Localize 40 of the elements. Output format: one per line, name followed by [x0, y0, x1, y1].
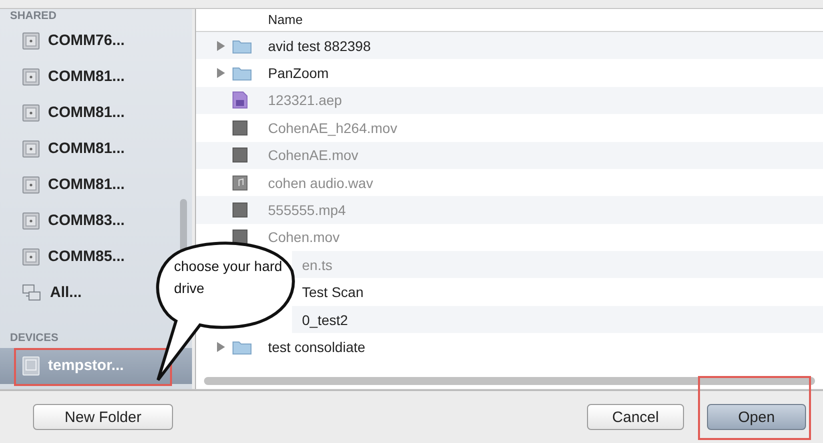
drive-icon	[22, 356, 40, 376]
sidebar-item[interactable]: All...	[0, 274, 86, 311]
sidebar-item[interactable]: COMM81...	[0, 166, 129, 203]
file-row[interactable]: 0_test2	[292, 306, 823, 334]
project-file-icon	[232, 91, 248, 110]
server-icon	[22, 104, 40, 122]
sidebar-item[interactable]: COMM81...	[0, 130, 129, 167]
disclosure-triangle-icon[interactable]	[217, 342, 225, 352]
sidebar-item[interactable]: COMM81...	[0, 94, 129, 131]
disclosure-triangle-icon[interactable]	[217, 40, 225, 51]
server-icon	[22, 176, 40, 194]
new-folder-button[interactable]: New Folder	[33, 404, 173, 430]
server-icon	[22, 32, 40, 50]
server-icon	[22, 248, 40, 266]
folder-icon	[232, 38, 252, 54]
folder-icon	[232, 338, 252, 355]
cancel-button[interactable]: Cancel	[587, 404, 684, 430]
file-icon	[232, 229, 248, 246]
server-icon	[22, 68, 40, 86]
file-icon	[232, 202, 248, 218]
server-icon	[22, 140, 40, 158]
sidebar-item[interactable]: COMM81...	[0, 58, 129, 95]
audio-file-icon	[232, 174, 248, 191]
server-icon	[22, 212, 40, 230]
sidebar-item[interactable]: COMM83...	[0, 202, 129, 239]
file-icon	[232, 120, 248, 136]
sidebar-item[interactable]: COMM76...	[0, 22, 129, 59]
callout-tooltip-text: choose your hard drive	[174, 257, 284, 298]
folder-icon	[232, 65, 252, 82]
disclosure-triangle-icon[interactable]	[217, 68, 225, 78]
file-icon	[232, 147, 248, 164]
file-row[interactable]: avid test 882398	[196, 32, 823, 60]
section-header: DEVICES	[9, 330, 60, 345]
file-row[interactable]: PanZoom	[196, 59, 823, 87]
file-row[interactable]: test consoldiate	[196, 333, 823, 361]
computers-icon	[22, 284, 42, 302]
open-button[interactable]: Open	[707, 404, 806, 430]
section-header: SHARED	[9, 8, 58, 23]
horizontal-scrollbar[interactable]	[204, 377, 815, 386]
sidebar-item[interactable]: COMM85...	[0, 238, 129, 275]
